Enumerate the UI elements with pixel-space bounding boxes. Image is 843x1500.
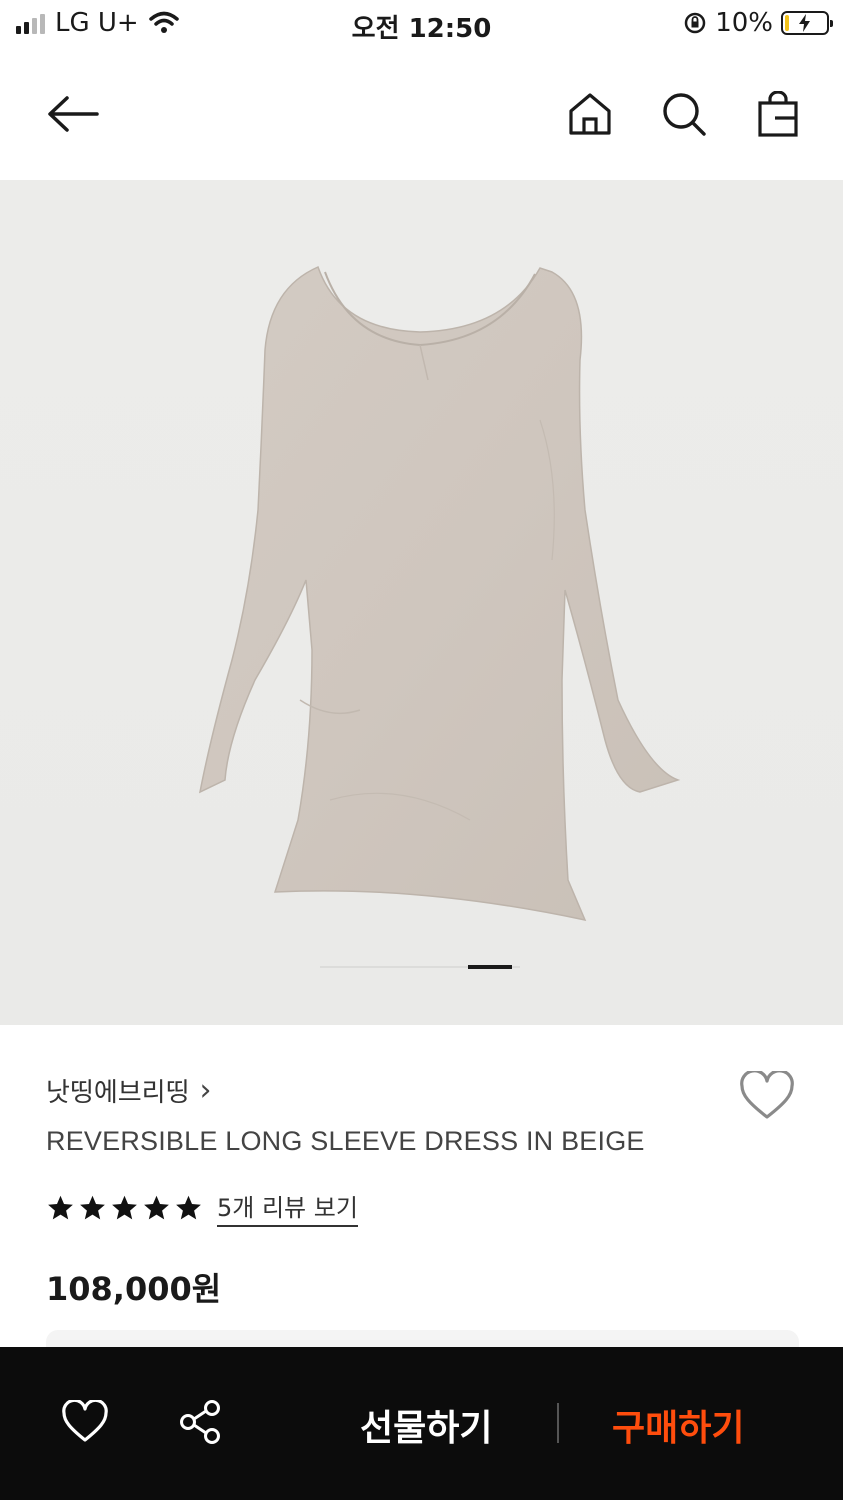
search-button[interactable] <box>654 84 714 144</box>
star-icon <box>144 1195 169 1219</box>
star-icon <box>176 1195 201 1219</box>
chevron-right-icon: › <box>199 1072 212 1108</box>
share-button[interactable] <box>176 1397 226 1447</box>
battery-percent: 10% <box>715 8 773 38</box>
share-icon <box>180 1400 220 1444</box>
back-arrow-icon <box>48 96 99 132</box>
product-price: 108,000원 <box>46 1270 222 1308</box>
product-photo <box>198 265 681 922</box>
gift-button[interactable]: 선물하기 <box>360 1399 492 1451</box>
carousel-indicator <box>468 965 512 969</box>
home-button[interactable] <box>560 84 620 144</box>
heart-icon <box>740 1071 794 1119</box>
rating-stars <box>46 1194 203 1222</box>
star-icon <box>48 1195 73 1219</box>
orientation-lock-icon <box>684 12 706 34</box>
brand-link[interactable]: 낫띵에브리띵 › <box>46 1072 212 1109</box>
brand-name: 낫띵에브리띵 <box>46 1078 190 1108</box>
home-icon <box>569 93 611 135</box>
status-bar: LG U+ 오전 12:50 10% <box>0 0 843 48</box>
top-nav <box>0 70 843 160</box>
back-button[interactable] <box>42 84 102 144</box>
like-button[interactable] <box>60 1397 110 1447</box>
review-link[interactable]: 5개 리뷰 보기 <box>217 1188 358 1227</box>
bottom-action-bar: 선물하기 구매하기 <box>0 1347 843 1500</box>
star-icon <box>80 1195 105 1219</box>
buy-button[interactable]: 구매하기 <box>612 1399 744 1451</box>
status-right: 10% <box>683 8 833 38</box>
star-icon <box>112 1195 137 1219</box>
battery-level <box>785 15 789 31</box>
divider <box>557 1403 559 1443</box>
battery-icon <box>781 11 833 35</box>
wishlist-button[interactable] <box>738 1068 796 1124</box>
product-name: REVERSIBLE LONG SLEEVE DRESS IN BEIGE <box>46 1126 645 1156</box>
search-icon <box>663 93 706 136</box>
cart-button[interactable] <box>748 84 808 144</box>
rating-row: 5개 리뷰 보기 <box>46 1188 358 1227</box>
product-image-carousel[interactable] <box>0 180 843 1025</box>
charging-bolt-icon <box>799 14 810 32</box>
heart-icon <box>62 1400 108 1442</box>
shopping-bag-icon <box>758 91 798 137</box>
